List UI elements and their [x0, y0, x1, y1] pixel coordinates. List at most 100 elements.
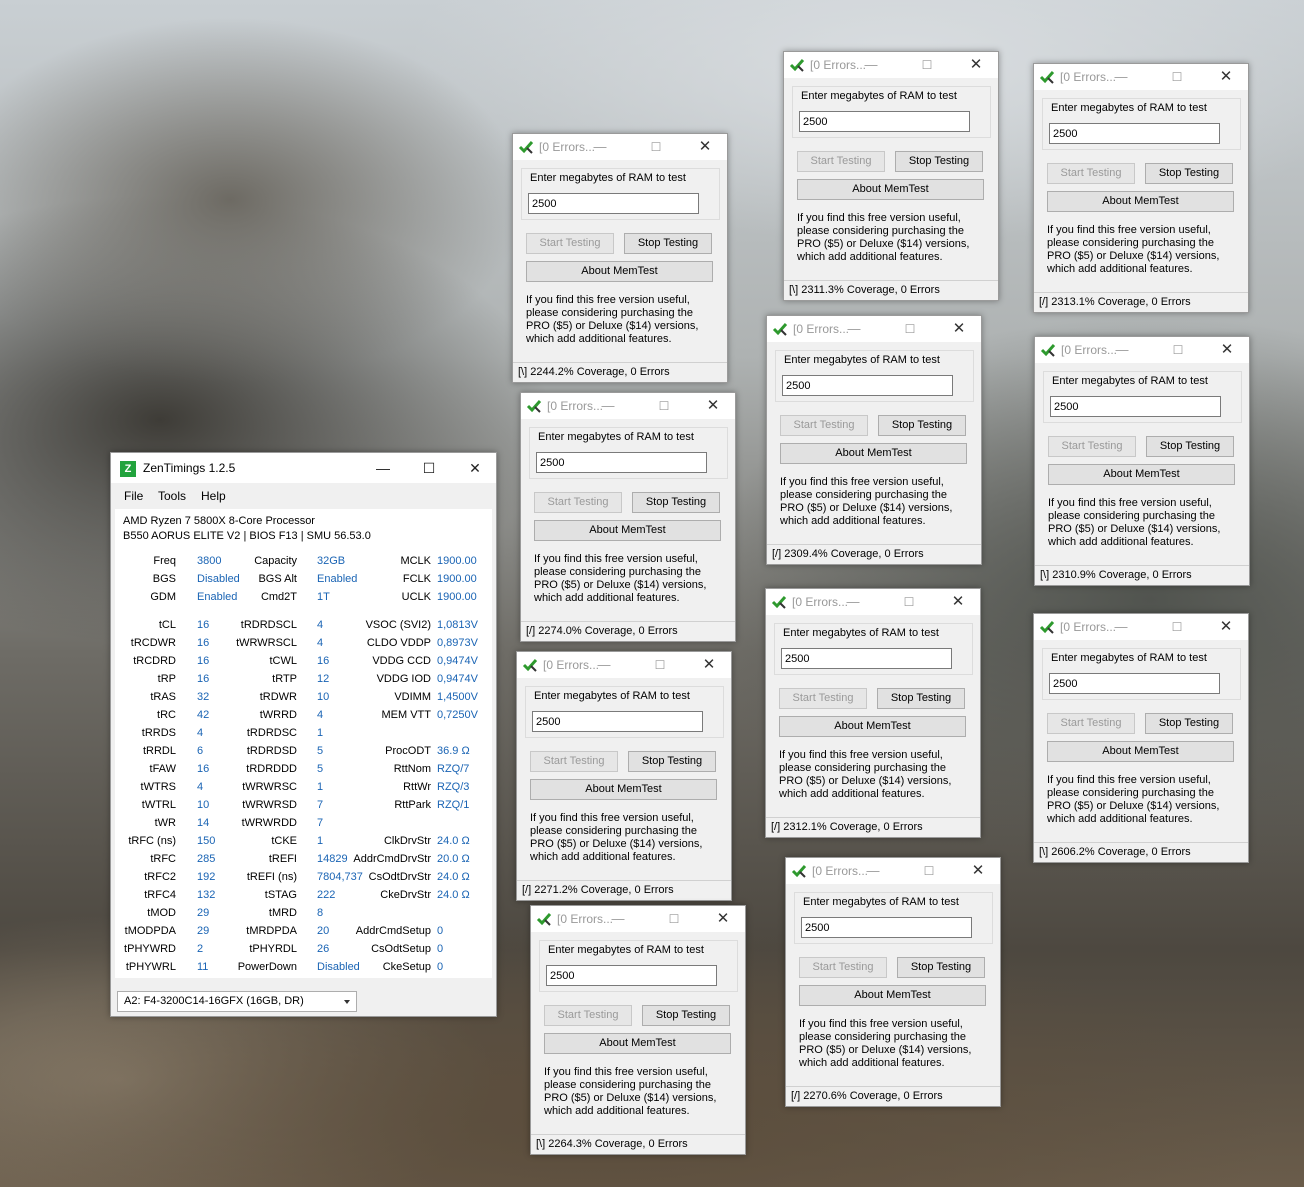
stop-testing-button[interactable]: Stop Testing — [1145, 713, 1233, 734]
start-testing-button[interactable]: Start Testing — [1047, 163, 1135, 184]
minimize-icon[interactable]: — — [373, 458, 393, 478]
maximize-icon[interactable]: ☐ — [665, 910, 683, 928]
memtest-titlebar[interactable]: [0 Errors... — ☐ ✕ — [1035, 337, 1249, 363]
stop-testing-button[interactable]: Stop Testing — [624, 233, 712, 254]
maximize-icon[interactable]: ☐ — [655, 397, 673, 415]
memtest-titlebar[interactable]: [0 Errors... — ☐ ✕ — [1034, 614, 1248, 640]
maximize-icon[interactable]: ☐ — [1168, 618, 1186, 636]
stop-testing-button[interactable]: Stop Testing — [1146, 436, 1234, 457]
start-testing-button[interactable]: Start Testing — [534, 492, 622, 513]
ram-input[interactable] — [1049, 673, 1220, 694]
about-memtest-button[interactable]: About MemTest — [544, 1033, 731, 1054]
start-testing-button[interactable]: Start Testing — [779, 688, 867, 709]
memtest-titlebar[interactable]: [0 Errors... — ☐ ✕ — [521, 393, 735, 419]
ram-input[interactable] — [782, 375, 953, 396]
memtest-titlebar[interactable]: [0 Errors... — ☐ ✕ — [513, 134, 727, 160]
minimize-icon[interactable]: — — [862, 56, 880, 74]
ram-input[interactable] — [799, 111, 970, 132]
stop-testing-button[interactable]: Stop Testing — [895, 151, 983, 172]
menu-tools[interactable]: Tools — [158, 489, 186, 503]
close-icon[interactable]: ✕ — [696, 138, 714, 156]
close-icon[interactable]: ✕ — [969, 862, 987, 880]
close-icon[interactable]: ✕ — [465, 458, 485, 478]
about-memtest-button[interactable]: About MemTest — [797, 179, 984, 200]
about-memtest-button[interactable]: About MemTest — [530, 779, 717, 800]
minimize-icon[interactable]: — — [864, 862, 882, 880]
memtest-titlebar[interactable]: [0 Errors... — ☐ ✕ — [1034, 64, 1248, 90]
ram-input[interactable] — [528, 193, 699, 214]
stop-testing-button[interactable]: Stop Testing — [897, 957, 985, 978]
stop-testing-button[interactable]: Stop Testing — [1145, 163, 1233, 184]
ram-input[interactable] — [1049, 123, 1220, 144]
minimize-icon[interactable]: — — [609, 910, 627, 928]
stop-testing-button[interactable]: Stop Testing — [878, 415, 966, 436]
stop-testing-button[interactable]: Stop Testing — [642, 1005, 730, 1026]
ram-input[interactable] — [532, 711, 703, 732]
maximize-icon[interactable]: ☐ — [1169, 341, 1187, 359]
start-testing-button[interactable]: Start Testing — [780, 415, 868, 436]
memtest-titlebar[interactable]: [0 Errors... — ☐ ✕ — [531, 906, 745, 932]
minimize-icon[interactable]: — — [599, 397, 617, 415]
about-memtest-button[interactable]: About MemTest — [1047, 741, 1234, 762]
timing-row: tRFC2 192 tREFI (ns) 7804,737 CsOdtDrvStr 24.… — [115, 868, 492, 886]
zentimings-titlebar[interactable]: Z ZenTimings 1.2.5 — ☐ ✕ — [111, 453, 496, 483]
close-icon[interactable]: ✕ — [700, 656, 718, 674]
about-memtest-button[interactable]: About MemTest — [1047, 191, 1234, 212]
stop-testing-button[interactable]: Stop Testing — [628, 751, 716, 772]
maximize-icon[interactable]: ☐ — [920, 862, 938, 880]
maximize-icon[interactable]: ☐ — [900, 593, 918, 611]
stop-testing-button[interactable]: Stop Testing — [877, 688, 965, 709]
minimize-icon[interactable]: — — [845, 320, 863, 338]
memtest-titlebar[interactable]: [0 Errors... — ☐ ✕ — [784, 52, 998, 78]
close-icon[interactable]: ✕ — [1218, 341, 1236, 359]
about-memtest-button[interactable]: About MemTest — [780, 443, 967, 464]
memtest-titlebar[interactable]: [0 Errors... — ☐ ✕ — [786, 858, 1000, 884]
ram-input[interactable] — [546, 965, 717, 986]
start-testing-button[interactable]: Start Testing — [1047, 713, 1135, 734]
close-icon[interactable]: ✕ — [704, 397, 722, 415]
start-testing-button[interactable]: Start Testing — [799, 957, 887, 978]
stop-testing-button[interactable]: Stop Testing — [632, 492, 720, 513]
minimize-icon[interactable]: — — [1112, 618, 1130, 636]
close-icon[interactable]: ✕ — [967, 56, 985, 74]
memtest-titlebar[interactable]: [0 Errors... — ☐ ✕ — [766, 589, 980, 615]
about-memtest-button[interactable]: About MemTest — [526, 261, 713, 282]
maximize-icon[interactable]: ☐ — [901, 320, 919, 338]
timing-value: 0 — [437, 961, 444, 973]
about-memtest-button[interactable]: About MemTest — [1048, 464, 1235, 485]
maximize-icon[interactable]: ☐ — [419, 458, 439, 478]
start-testing-button[interactable]: Start Testing — [1048, 436, 1136, 457]
minimize-icon[interactable]: — — [591, 138, 609, 156]
ram-input[interactable] — [781, 648, 952, 669]
memtest-titlebar[interactable]: [0 Errors... — ☐ ✕ — [517, 652, 731, 678]
close-icon[interactable]: ✕ — [714, 910, 732, 928]
memtest-titlebar[interactable]: [0 Errors... — ☐ ✕ — [767, 316, 981, 342]
about-memtest-button[interactable]: About MemTest — [799, 985, 986, 1006]
module-select[interactable]: A2: F4-3200C14-16GFX (16GB, DR) — [117, 991, 357, 1012]
minimize-icon[interactable]: — — [1112, 68, 1130, 86]
minimize-icon[interactable]: — — [1113, 341, 1131, 359]
start-testing-button[interactable]: Start Testing — [544, 1005, 632, 1026]
close-icon[interactable]: ✕ — [949, 593, 967, 611]
maximize-icon[interactable]: ☐ — [651, 656, 669, 674]
maximize-icon[interactable]: ☐ — [647, 138, 665, 156]
about-memtest-button[interactable]: About MemTest — [534, 520, 721, 541]
start-testing-button[interactable]: Start Testing — [530, 751, 618, 772]
close-icon[interactable]: ✕ — [1217, 618, 1235, 636]
maximize-icon[interactable]: ☐ — [1168, 68, 1186, 86]
start-testing-button[interactable]: Start Testing — [797, 151, 885, 172]
ram-input[interactable] — [1050, 396, 1221, 417]
minimize-icon[interactable]: — — [844, 593, 862, 611]
timing-label: tREFI — [268, 853, 297, 865]
menu-file[interactable]: File — [124, 489, 143, 503]
ram-input[interactable] — [536, 452, 707, 473]
maximize-icon[interactable]: ☐ — [918, 56, 936, 74]
start-testing-button[interactable]: Start Testing — [526, 233, 614, 254]
ram-input[interactable] — [801, 917, 972, 938]
close-icon[interactable]: ✕ — [950, 320, 968, 338]
about-memtest-button[interactable]: About MemTest — [779, 716, 966, 737]
close-icon[interactable]: ✕ — [1217, 68, 1235, 86]
menu-help[interactable]: Help — [201, 489, 226, 503]
timing-row: Freq 3800 Capacity 32GB MCLK 1900.00 — [115, 552, 492, 570]
minimize-icon[interactable]: — — [595, 656, 613, 674]
